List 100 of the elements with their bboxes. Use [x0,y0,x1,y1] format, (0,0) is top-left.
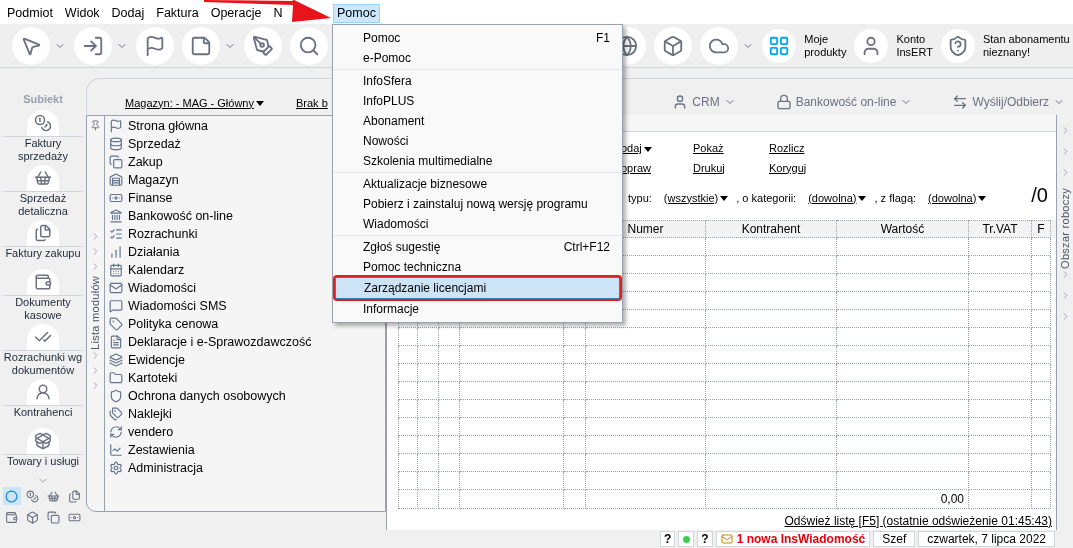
menu-item[interactable]: InfoPLUS [335,91,620,111]
module-item[interactable]: Bankowość on-line [109,207,312,225]
shortcut-button[interactable]: Stan abonamentu nieznany! [940,28,1073,63]
filter-dropdown[interactable]: (wszystkie) [663,189,729,206]
magnifier-button[interactable] [290,26,328,65]
help-status[interactable]: ? [659,531,676,547]
message-status[interactable]: 1 nowa InsWiadomość [715,531,871,547]
table-cell [418,328,439,346]
nav-item[interactable]: Kontrahenci [3,379,83,427]
nav-item[interactable]: Faktury zakupu [3,219,83,268]
module-item[interactable]: Ochrona danych osobowych [109,387,312,405]
warehouse-dropdown[interactable]: Magazyn: - MAG - Główny [125,94,264,111]
refresh-link[interactable]: Odśwież listę [F5] (ostatnie odświeżenie 01:45:43) [784,512,1052,530]
menu-item[interactable]: Operacje [206,4,266,23]
shortcut-button[interactable]: Moje produkty [762,28,847,63]
menu-item[interactable]: Szkolenia multimedialne [335,151,620,171]
menu-item[interactable]: Pobierz i zainstaluj nową wersję programu [335,194,620,214]
link[interactable]: Brak b [296,94,328,111]
panel-tab[interactable]: Obszar roboczy [1056,188,1073,269]
flag-icon [109,119,123,133]
module-item[interactable]: Deklaracje i e-Sprawozdawczość [109,333,312,351]
module-item[interactable]: Zestawienia [109,441,312,459]
note-button[interactable] [182,26,220,65]
column-header[interactable]: Kontrahent [706,220,837,238]
flag-button[interactable] [136,26,174,65]
envelope-icon [109,281,123,295]
module-item[interactable]: Naklejki [109,405,312,423]
nav-item[interactable]: Towary i usługi [3,428,83,476]
shortcut-button[interactable]: Konto InsERT [854,28,933,63]
action-link[interactable]: Pokaż [693,140,769,157]
cube-button[interactable] [654,26,693,65]
menu-item[interactable]: Abonament [335,111,620,131]
action-link[interactable]: Koryguj [769,159,829,176]
action-link[interactable]: Drukuj [693,159,769,176]
pin-icon[interactable] [90,120,101,131]
menu-item[interactable]: N [269,4,287,23]
table-cell [969,490,1032,509]
module-item[interactable]: Finanse [109,189,312,207]
caret-icon [720,196,729,202]
module-item[interactable]: Kartoteki [109,369,312,387]
menu-item[interactable]: Nowości [335,131,620,151]
arrow-button[interactable] [74,26,112,65]
module-item[interactable]: Sprzedaż [109,135,312,153]
nav-item[interactable]: Sprzedaż detaliczna [3,164,83,218]
column-header[interactable]: F [1032,220,1051,238]
nav-item[interactable]: Faktury sprzedaży [3,109,83,163]
module-item[interactable]: Wiadomości SMS [109,297,312,315]
module-item[interactable]: Zakup [109,153,312,171]
caret-icon [978,196,987,202]
table-cell [398,472,418,490]
warehouse-icon [109,173,123,187]
toolbar-menu-button[interactable]: Bankowość on-line [775,93,913,111]
note-icon [190,34,212,57]
quick-access-button[interactable] [2,487,21,505]
menu-item[interactable]: e-Pomoc [335,48,620,68]
panel-tab[interactable]: Lista modułów [87,276,104,350]
module-item[interactable]: Polityka cenowa [109,315,312,333]
menu-item[interactable]: Pomoc F1 [335,28,620,48]
arrow-icon [82,34,104,57]
nav-item[interactable]: Rozrachunki wg dokumentów [3,324,83,378]
menu-item[interactable]: Aktualizacje biznesowe [335,174,620,194]
menu-item[interactable]: Dodaj [107,4,149,23]
menu-item[interactable]: Faktura [152,4,203,23]
tags-icon [109,407,123,421]
action-link[interactable]: Rozlicz [769,140,829,157]
module-item[interactable]: vendero [109,423,312,441]
module-item[interactable]: Działania [109,243,312,261]
cloud-button[interactable] [700,26,739,65]
nav-item[interactable]: Dokumenty kasowe [3,269,83,323]
menu-item[interactable]: Informacje [335,299,620,319]
module-item[interactable]: Magazyn [109,171,312,189]
filter-dropdown[interactable]: (dowolna) [808,189,867,206]
menu-item[interactable]: Zarządzanie licencjami [335,277,620,299]
help-status[interactable]: ? [697,531,713,547]
documents-icon [68,489,81,503]
magnifier-icon [298,34,320,57]
module-item[interactable]: Rozrachunki [109,225,312,243]
table-cell [1032,346,1051,364]
toolbar-menu-button[interactable]: Wyślij/Odbierz [952,93,1065,111]
menu-item[interactable]: Pomoc [333,4,380,23]
pointer-button[interactable] [12,26,50,65]
module-item[interactable]: Wiadomości [109,279,312,297]
module-item[interactable]: Kalendarz [109,261,312,279]
filter-dropdown[interactable]: (dowolna) [928,189,987,206]
person-icon [34,383,52,402]
menu-item[interactable]: Zgłoś sugestię Ctrl+F12 [335,237,620,257]
table-cell [969,256,1032,274]
menu-item[interactable]: Podmiot [3,4,57,23]
document-count: /0 [1031,184,1048,206]
menu-item[interactable]: Pomoc techniczna [335,257,620,277]
quick-access-button[interactable] [44,508,63,526]
pen-button[interactable] [244,26,282,65]
menu-item[interactable]: Widok [60,4,104,23]
toolbar-menu-button[interactable]: CRM [672,93,736,111]
module-item[interactable]: Strona główna [109,117,312,135]
column-header[interactable]: Wartość [837,220,969,238]
menu-item[interactable]: InfoSfera [335,71,620,91]
module-item[interactable]: Ewidencje [109,351,312,369]
column-header[interactable]: Tr.VAT [969,220,1032,238]
module-item[interactable]: Administracja [109,459,312,477]
